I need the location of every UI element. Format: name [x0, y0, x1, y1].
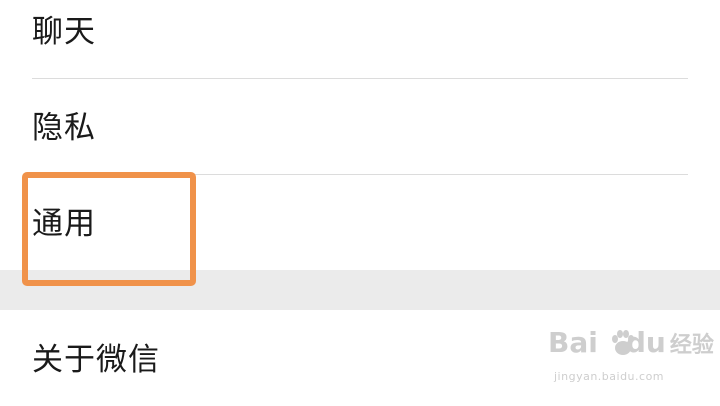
section-gap	[0, 270, 720, 310]
watermark-logo-left: Bai	[548, 326, 598, 359]
settings-list: 聊天 隐私 通用	[0, 0, 720, 270]
settings-item-label: 通用	[32, 206, 96, 242]
baidu-jingyan-watermark: Bai du 经验 jingyan.baidu.com	[548, 326, 714, 390]
baidu-paw-icon	[612, 330, 634, 355]
settings-screen: 聊天 隐私 通用 关于微信 Bai du 经验 jingyan.baidu.com	[0, 0, 720, 406]
settings-item-privacy[interactable]: 隐私	[0, 79, 720, 175]
watermark-logo-cn: 经验	[669, 333, 714, 358]
settings-item-label: 关于微信	[32, 342, 160, 378]
watermark-url: jingyan.baidu.com	[554, 370, 665, 383]
settings-item-label: 聊天	[32, 14, 96, 50]
settings-item-chat[interactable]: 聊天	[0, 0, 720, 78]
settings-item-general[interactable]: 通用	[0, 175, 720, 271]
settings-item-label: 隐私	[32, 110, 96, 146]
